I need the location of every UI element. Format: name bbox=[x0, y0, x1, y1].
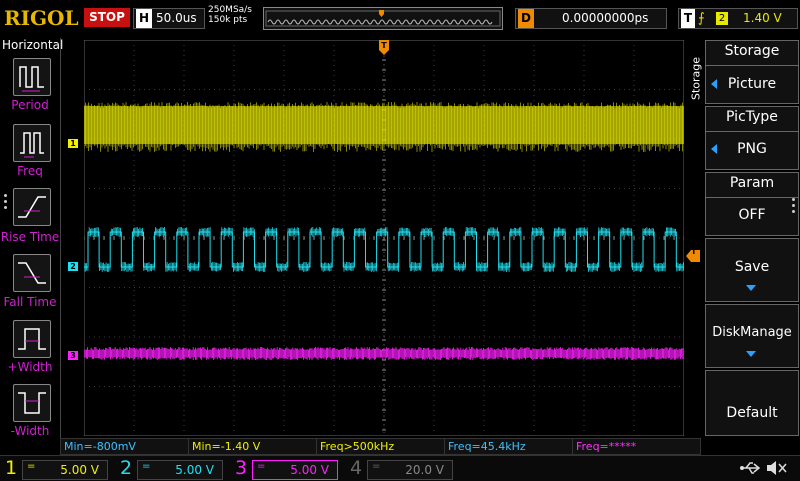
channel-2-number: 2 bbox=[120, 457, 133, 479]
channel-status-bar: 1 = 5.00 V 2 = 5.00 V 3 = 5.00 V 4 = 20.… bbox=[0, 455, 800, 481]
freq-icon bbox=[20, 132, 44, 158]
speaker-muted-icon[interactable] bbox=[765, 459, 787, 477]
trigger-box[interactable]: T ⨍ 2 1.40 V bbox=[678, 8, 798, 29]
rigol-logo: RIGOL bbox=[4, 6, 79, 30]
channel-3-scale-box: = 5.00 V bbox=[252, 460, 338, 480]
channel-4-scale-box: = 20.0 V bbox=[367, 460, 453, 480]
storage-value: Picture bbox=[727, 76, 777, 92]
overview-trigger-marker bbox=[379, 10, 384, 17]
trigger-letter: T bbox=[681, 9, 695, 28]
waveform-grid bbox=[83, 39, 685, 437]
channel-1-status[interactable]: 1 = 5.00 V bbox=[0, 456, 112, 481]
memory-depth: 150k pts bbox=[208, 15, 248, 25]
memory-overview-wave bbox=[265, 10, 501, 27]
trigger-level: 1.40 V bbox=[743, 11, 782, 25]
trigger-source: 2 bbox=[716, 12, 728, 25]
freq-label: Freq bbox=[17, 164, 43, 178]
channel-4-status[interactable]: 4 = 20.0 V bbox=[345, 456, 457, 481]
waveform-display[interactable] bbox=[83, 39, 685, 437]
storage-title: Storage bbox=[724, 43, 780, 59]
rise-time-button[interactable] bbox=[13, 188, 51, 226]
measurement-5[interactable]: Freq=***** bbox=[572, 438, 701, 455]
channel-1-coupling: = bbox=[27, 461, 36, 472]
fall-time-icon bbox=[18, 262, 46, 284]
channel-2-scale: 5.00 V bbox=[175, 463, 214, 477]
acquisition-info: 250MSa/s 150k pts bbox=[208, 5, 252, 25]
delay-value: 0.00000000ps bbox=[562, 11, 649, 25]
timebase-value: 50.0us bbox=[156, 11, 197, 25]
channel-4-coupling: = bbox=[372, 461, 381, 472]
storage-menu-button[interactable]: Storage Picture bbox=[705, 40, 799, 104]
diskmanage-menu-button[interactable]: DiskManage bbox=[705, 304, 799, 368]
channel-1-number: 1 bbox=[5, 457, 18, 479]
default-menu-button[interactable]: Default bbox=[705, 370, 799, 436]
rise-time-label: Rise Time bbox=[0, 230, 60, 244]
channel-3-number: 3 bbox=[235, 457, 248, 479]
param-page-dots bbox=[792, 198, 797, 213]
negative-width-label: -Width bbox=[10, 424, 50, 438]
fall-time-button[interactable] bbox=[13, 254, 51, 292]
channel-1-scale-box: = 5.00 V bbox=[22, 460, 108, 480]
rising-edge-icon: ⨍ bbox=[698, 11, 705, 26]
menu-side-label: Storage bbox=[688, 52, 704, 112]
param-value: OFF bbox=[738, 207, 766, 223]
top-status-bar: RIGOL STOP H 50.0us 250MSa/s 150k pts D … bbox=[0, 0, 800, 36]
timebase-letter: H bbox=[136, 9, 152, 28]
diskmanage-label: DiskManage bbox=[712, 325, 792, 340]
default-label: Default bbox=[726, 405, 778, 421]
run-stop-indicator[interactable]: STOP bbox=[84, 8, 130, 27]
pictype-title: PicType bbox=[726, 109, 778, 125]
positive-width-label: +Width bbox=[7, 360, 53, 374]
channel-2-scale-box: = 5.00 V bbox=[137, 460, 223, 480]
measure-menu-panel: Horizontal Period Freq Rise Time Fall Ti… bbox=[0, 38, 64, 438]
param-title: Param bbox=[729, 175, 775, 191]
channel-1-offset-marker[interactable]: 1 bbox=[68, 139, 78, 148]
negative-width-button[interactable] bbox=[13, 384, 51, 422]
measurement-2[interactable]: Min=-1.40 V bbox=[188, 438, 317, 455]
measurement-1[interactable]: Min=-800mV bbox=[60, 438, 189, 455]
memory-overview[interactable] bbox=[263, 7, 503, 30]
positive-width-icon bbox=[18, 328, 46, 350]
sample-rate: 250MSa/s bbox=[208, 5, 252, 15]
positive-width-button[interactable] bbox=[13, 320, 51, 358]
channel-3-offset-marker[interactable]: 3 bbox=[68, 351, 78, 360]
side-label-text: Storage bbox=[689, 56, 703, 101]
menu-page-dots bbox=[4, 194, 8, 212]
period-label: Period bbox=[11, 98, 49, 112]
measurement-3[interactable]: Freq>500kHz bbox=[316, 438, 445, 455]
save-label: Save bbox=[734, 259, 770, 275]
trigger-position-marker[interactable]: T bbox=[379, 40, 389, 56]
channel-4-number: 4 bbox=[350, 457, 363, 479]
pictype-menu-button[interactable]: PicType PNG bbox=[705, 106, 799, 170]
diskmanage-down-arrow-icon bbox=[746, 351, 756, 357]
period-button[interactable] bbox=[13, 58, 51, 96]
delay-box[interactable]: D 0.00000000ps bbox=[515, 8, 667, 29]
trigger-level-marker[interactable]: T bbox=[686, 247, 700, 262]
timebase-box[interactable]: H 50.0us bbox=[133, 8, 205, 29]
measurement-4[interactable]: Freq=45.4kHz bbox=[444, 438, 573, 455]
channel-2-coupling: = bbox=[142, 461, 151, 472]
channel-3-status[interactable]: 3 = 5.00 V bbox=[230, 456, 342, 481]
channel-2-offset-marker[interactable]: 2 bbox=[68, 262, 78, 271]
param-menu-button[interactable]: Param OFF bbox=[705, 172, 799, 236]
usb-icon bbox=[740, 459, 762, 477]
channel-1-scale: 5.00 V bbox=[60, 463, 99, 477]
delay-letter: D bbox=[518, 9, 534, 28]
rise-time-icon bbox=[18, 196, 46, 218]
period-icon bbox=[19, 66, 44, 92]
negative-width-icon bbox=[18, 392, 46, 414]
measure-category-title: Horizontal bbox=[2, 38, 64, 52]
channel-2-status[interactable]: 2 = 5.00 V bbox=[115, 456, 227, 481]
trigger-position-label: T bbox=[381, 41, 387, 50]
channel-3-coupling: = bbox=[257, 461, 266, 472]
freq-button[interactable] bbox=[13, 124, 51, 162]
channel-3-scale: 5.00 V bbox=[290, 463, 329, 477]
save-down-arrow-icon bbox=[746, 285, 756, 291]
channel-4-scale: 20.0 V bbox=[405, 463, 444, 477]
fall-time-label: Fall Time bbox=[3, 295, 57, 309]
save-menu-button[interactable]: Save bbox=[705, 238, 799, 302]
pictype-value: PNG bbox=[737, 141, 767, 157]
trigger-level-label: T bbox=[691, 247, 697, 256]
